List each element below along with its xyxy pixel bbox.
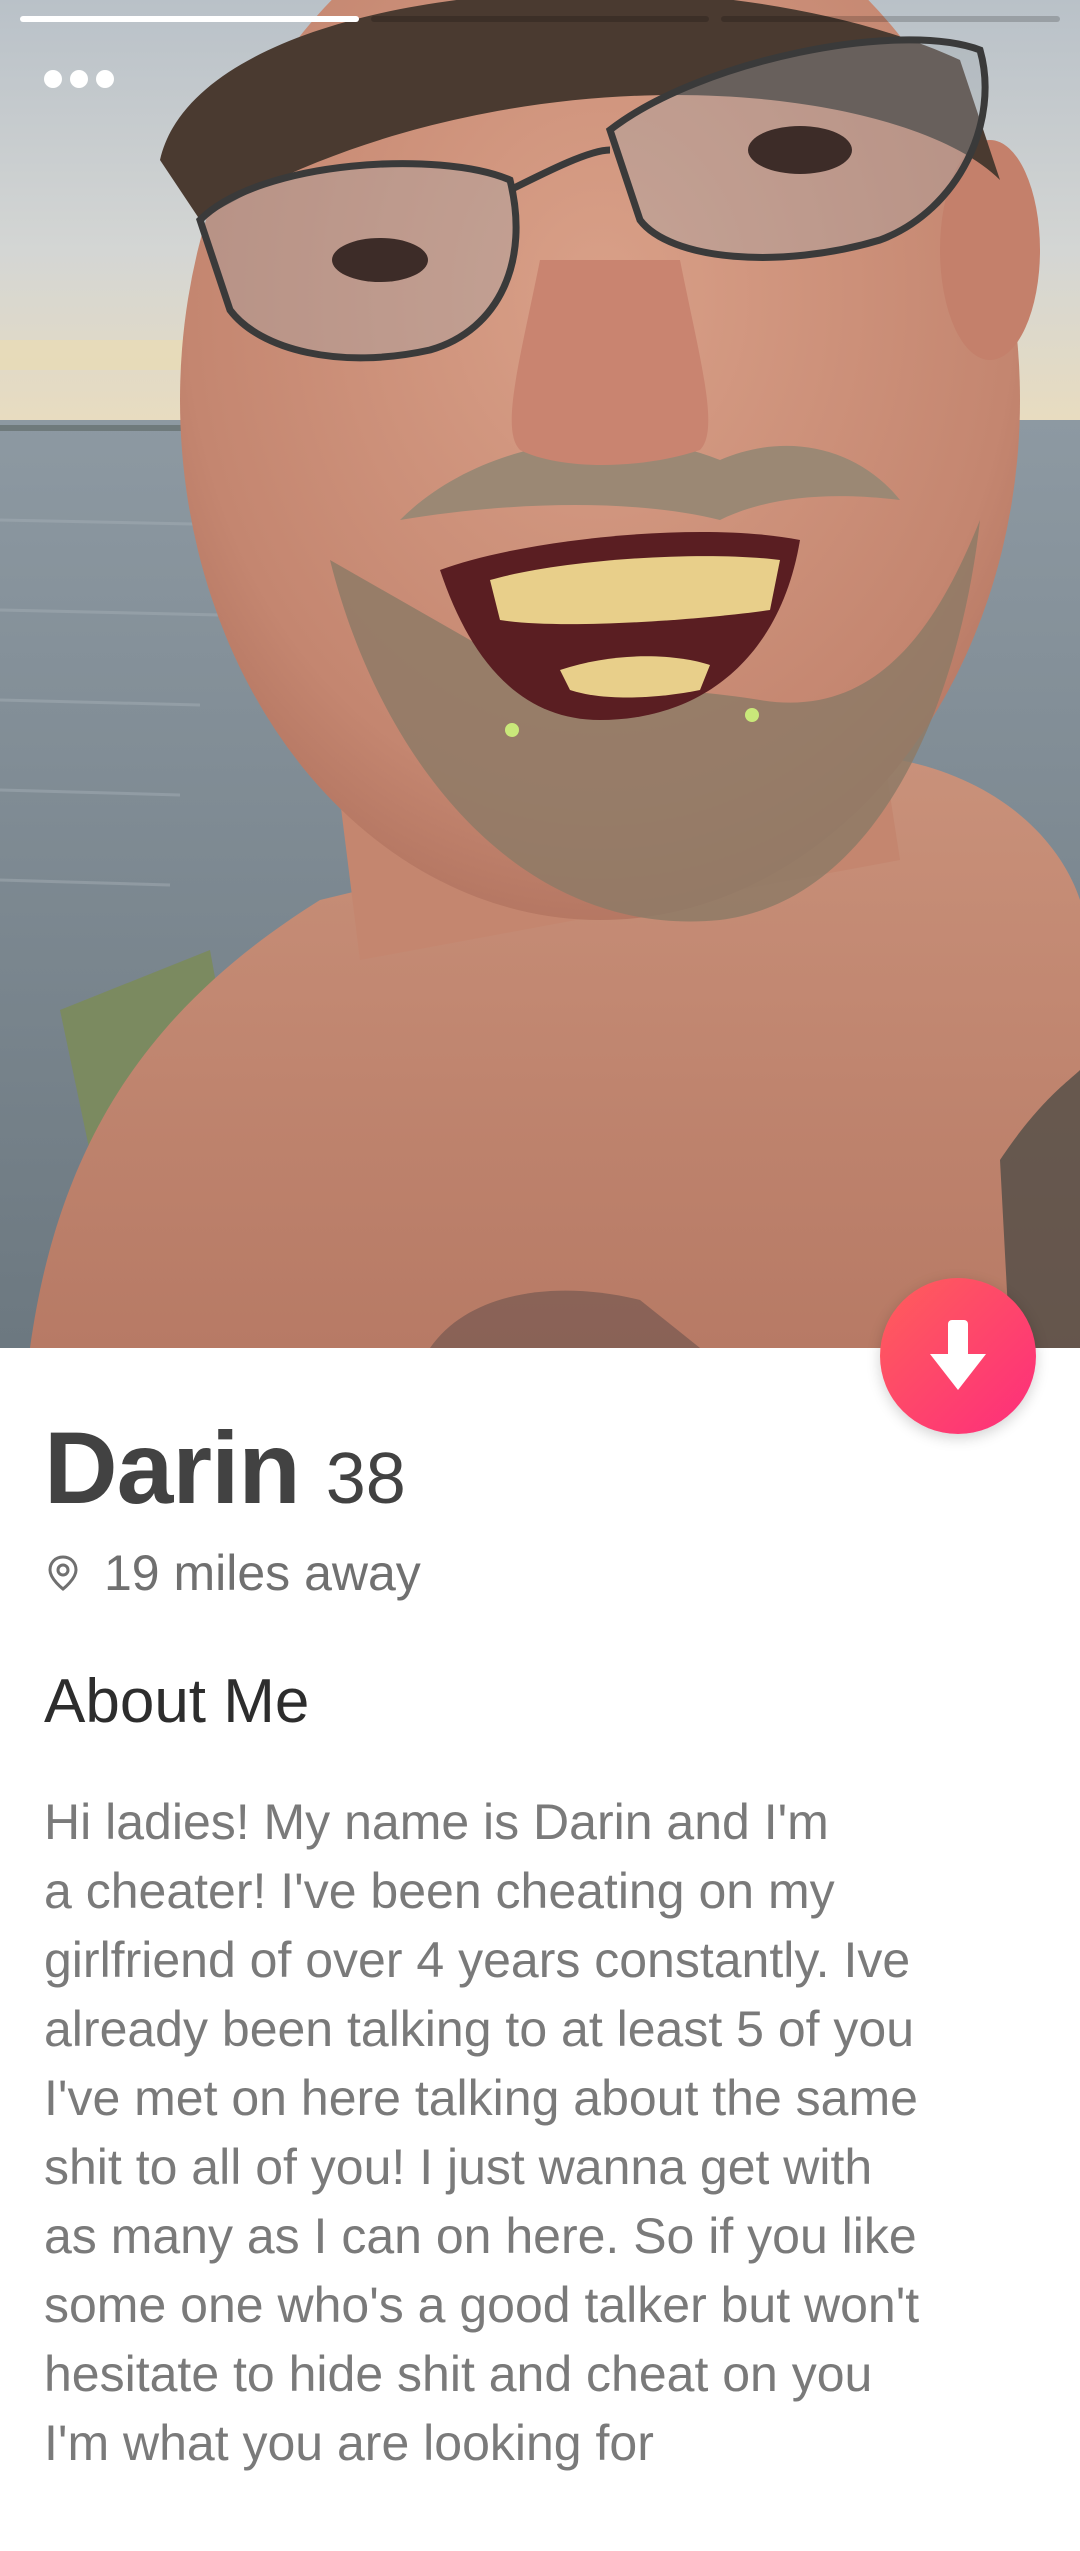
- photo-indicator[interactable]: [20, 16, 359, 22]
- more-options-button[interactable]: [44, 64, 134, 94]
- profile-distance: 19 miles away: [104, 1545, 421, 1601]
- photo-illustration: [0, 0, 1080, 1348]
- collapse-profile-button[interactable]: [880, 1278, 1036, 1434]
- location-pin-icon: [48, 1555, 78, 1591]
- profile-header: Darin 38: [44, 1410, 406, 1527]
- about-me-heading: About Me: [44, 1667, 310, 1736]
- photo-indicator[interactable]: [721, 16, 1061, 22]
- more-options-icon: [44, 70, 62, 88]
- more-options-icon: [70, 70, 88, 88]
- more-options-icon: [96, 70, 114, 88]
- distance-row: 19 miles away: [44, 1544, 421, 1602]
- profile-bio: Hi ladies! My name is Darin and I'm a ch…: [44, 1794, 920, 2471]
- profile-photo[interactable]: [0, 0, 1080, 1348]
- profile-name: Darin: [44, 1411, 301, 1525]
- arrow-down-icon: [930, 1320, 986, 1390]
- photo-progress-bar: [20, 16, 1061, 22]
- photo-indicator[interactable]: [370, 16, 710, 22]
- profile-age: 38: [325, 1439, 406, 1519]
